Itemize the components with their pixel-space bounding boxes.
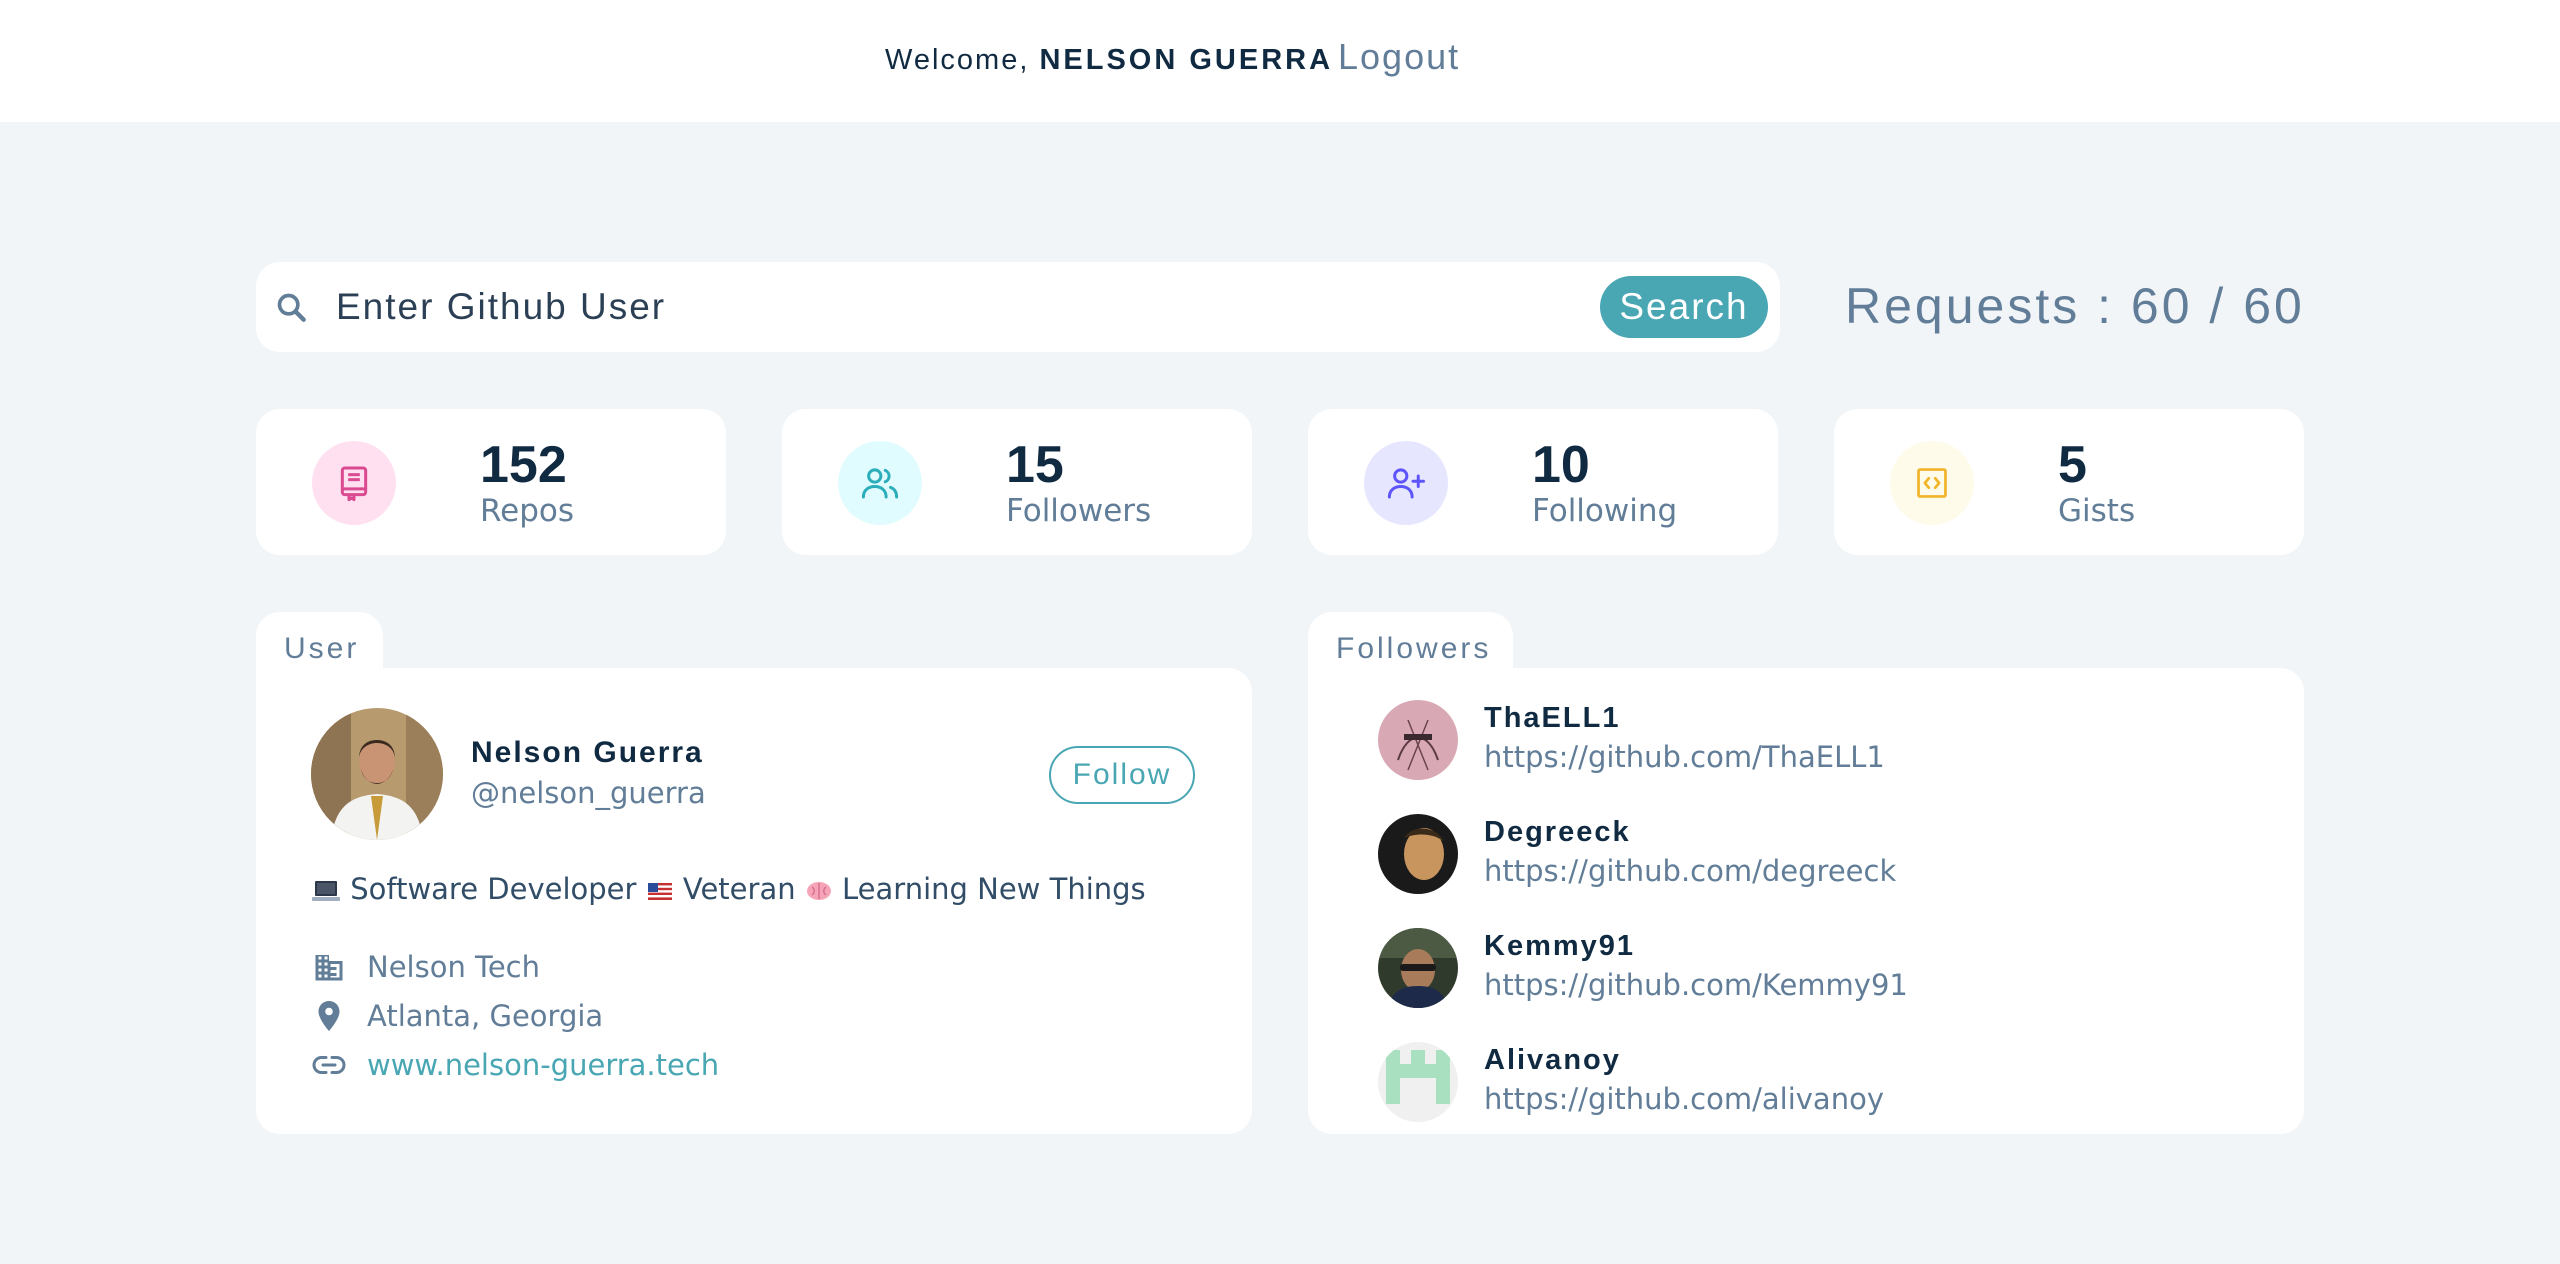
user-full-name: Nelson Guerra (471, 736, 704, 769)
user-bio: Software Developer Veteran Learning New … (311, 872, 1146, 906)
welcome-user-name: NELSON GUERRA (1039, 44, 1334, 76)
follower-avatar (1378, 928, 1458, 1008)
search-icon (277, 293, 306, 322)
user-company-row: Nelson Tech (311, 947, 540, 987)
stat-value: 152 (480, 436, 567, 494)
follower-avatar (1378, 814, 1458, 894)
user-location: Atlanta, Georgia (367, 999, 604, 1033)
follower-name: Kemmy91 (1484, 930, 1636, 962)
book-icon (312, 441, 396, 525)
user-handle: @nelson_guerra (471, 776, 706, 810)
welcome-prefix: Welcome, (885, 44, 1030, 76)
code-icon (1890, 441, 1974, 525)
follower-item: Kemmy91 https://github.com/Kemmy91 (1378, 928, 2178, 1008)
user-plus-icon (1364, 441, 1448, 525)
follow-button[interactable]: Follow (1049, 746, 1195, 804)
follower-name: Degreeck (1484, 816, 1631, 848)
search-form: Search (256, 262, 1780, 352)
follower-name: Alivanoy (1484, 1044, 1621, 1076)
stat-value: 10 (1532, 436, 1590, 494)
us-flag-icon (647, 882, 672, 900)
follower-url[interactable]: https://github.com/Kemmy91 (1484, 968, 1908, 1002)
bio-text-veteran: Veteran (682, 872, 796, 906)
link-icon (312, 1056, 346, 1074)
user-location-row: Atlanta, Georgia (311, 996, 603, 1036)
laptop-icon (312, 881, 340, 901)
bio-text-developer: Software Developer (350, 872, 637, 906)
stat-label: Gists (2058, 493, 2136, 529)
user-card: Nelson Guerra @nelson_guerra Follow Soft… (256, 668, 1252, 1134)
user-blog-row: www.nelson-guerra.tech (311, 1045, 719, 1085)
stat-label: Following (1532, 493, 1678, 529)
search-input[interactable] (336, 277, 1536, 337)
user-blog-link[interactable]: www.nelson-guerra.tech (367, 1048, 719, 1082)
stat-label: Followers (1006, 493, 1152, 529)
follower-avatar (1378, 700, 1458, 780)
follower-item: Degreeck https://github.com/degreeck (1378, 814, 2178, 894)
brain-icon (806, 882, 831, 900)
stat-card-repos: 152 Repos (256, 409, 726, 555)
stat-card-following: 10 Following (1308, 409, 1778, 555)
follower-url[interactable]: https://github.com/ThaELL1 (1484, 740, 1885, 774)
avatar (311, 708, 443, 840)
building-icon (315, 955, 343, 981)
follower-name: ThaELL1 (1484, 702, 1621, 734)
follower-item: ThaELL1 https://github.com/ThaELL1 (1378, 700, 2178, 780)
user-company: Nelson Tech (367, 950, 540, 984)
logout-button[interactable]: Logout (1338, 36, 1460, 78)
stat-value: 15 (1006, 436, 1064, 494)
stat-card-gists: 5 Gists (1834, 409, 2304, 555)
stat-value: 5 (2058, 436, 2087, 494)
location-pin-icon (318, 1001, 340, 1031)
rate-limit-counter: Requests : 60 / 60 (1845, 278, 2305, 334)
search-button[interactable]: Search (1600, 276, 1768, 338)
stat-label: Repos (480, 493, 575, 529)
top-navbar: Welcome, NELSON GUERRA Logout (0, 0, 2560, 122)
stat-card-followers: 15 Followers (782, 409, 1252, 555)
follower-url[interactable]: https://github.com/alivanoy (1484, 1082, 1884, 1116)
followers-card: ThaELL1 https://github.com/ThaELL1 Degre… (1308, 668, 2304, 1134)
follower-avatar (1378, 1042, 1458, 1122)
follower-item: Alivanoy https://github.com/alivanoy (1378, 1042, 2178, 1122)
follower-url[interactable]: https://github.com/degreeck (1484, 854, 1896, 888)
bio-text-learning: Learning New Things (842, 872, 1146, 906)
welcome-message: Welcome, NELSON GUERRA (885, 44, 1333, 77)
users-icon (838, 441, 922, 525)
